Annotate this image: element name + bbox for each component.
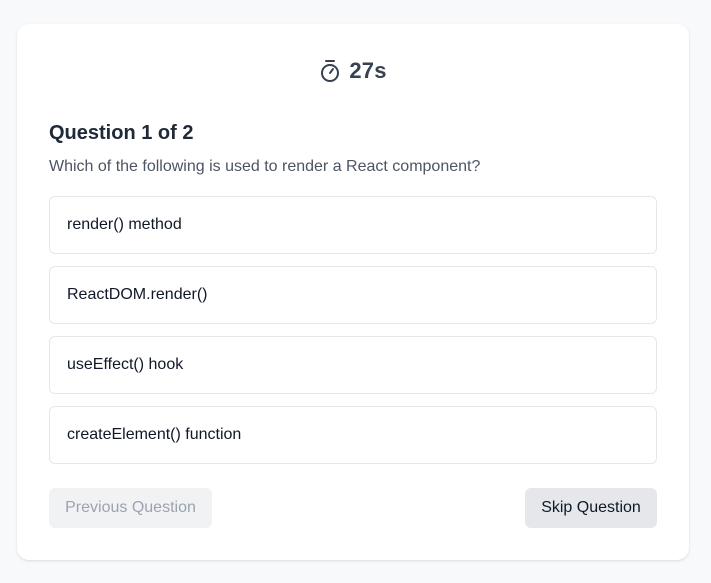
stopwatch-icon <box>319 59 341 83</box>
answer-option-label: createElement() function <box>67 426 242 443</box>
answer-option[interactable]: render() method <box>49 196 657 254</box>
quiz-card: 27s Question 1 of 2 Which of the followi… <box>17 24 689 560</box>
timer: 27s <box>17 58 689 84</box>
answer-option-label: render() method <box>67 216 182 233</box>
answer-options: render() method ReactDOM.render() useEff… <box>49 196 657 476</box>
skip-question-button[interactable]: Skip Question <box>525 488 657 528</box>
answer-option[interactable]: createElement() function <box>49 406 657 464</box>
question-title: Question 1 of 2 <box>49 122 194 144</box>
previous-question-button[interactable]: Previous Question <box>49 488 212 528</box>
answer-option-label: useEffect() hook <box>67 356 184 373</box>
question-text: Which of the following is used to render… <box>49 158 481 175</box>
answer-option-label: ReactDOM.render() <box>67 286 208 303</box>
timer-value: 27s <box>349 58 387 83</box>
answer-option[interactable]: ReactDOM.render() <box>49 266 657 324</box>
answer-option[interactable]: useEffect() hook <box>49 336 657 394</box>
